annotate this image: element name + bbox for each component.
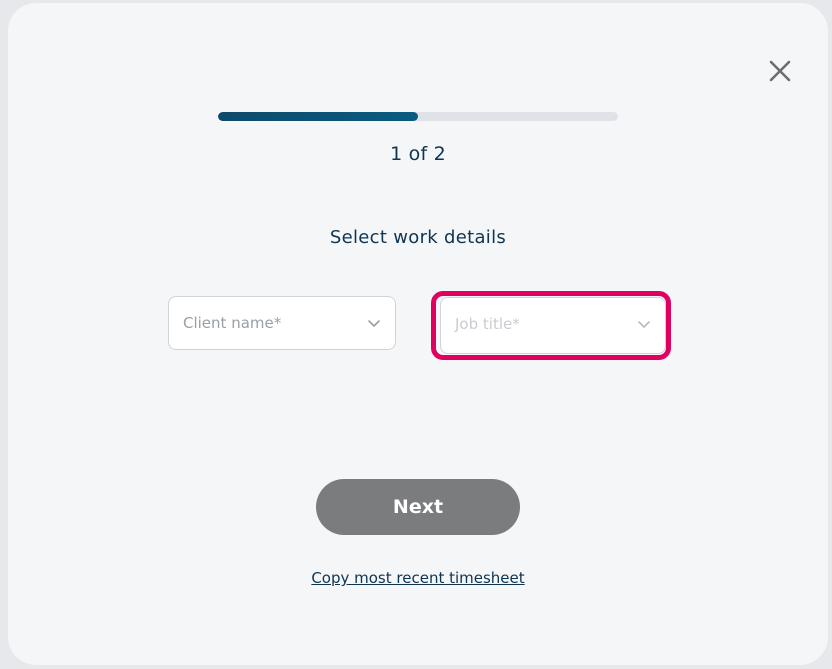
work-details-dialog: 1 of 2 Select work details Client name* …	[8, 3, 828, 665]
client-name-select[interactable]: Client name*	[168, 296, 396, 350]
progress-bar	[218, 112, 618, 121]
chevron-down-icon	[368, 320, 380, 327]
client-name-placeholder: Client name*	[183, 314, 282, 332]
progress-fill	[218, 112, 418, 121]
section-title: Select work details	[329, 227, 507, 248]
next-button[interactable]: Next	[316, 479, 520, 535]
job-title-placeholder: Job title*	[455, 315, 520, 333]
chevron-down-icon	[638, 321, 650, 328]
step-indicator: 1 of 2	[390, 143, 446, 165]
job-title-select[interactable]: Job title*	[440, 297, 666, 354]
close-button[interactable]	[764, 55, 796, 87]
copy-recent-timesheet-link[interactable]: Copy most recent timesheet	[218, 569, 618, 587]
close-icon	[769, 60, 791, 82]
